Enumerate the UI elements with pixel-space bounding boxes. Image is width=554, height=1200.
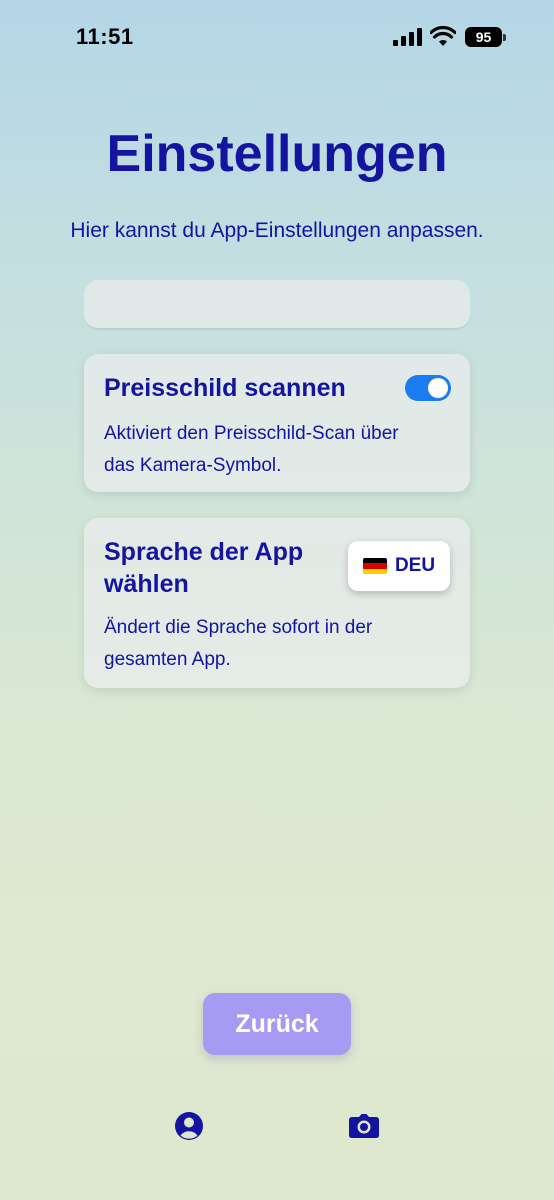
back-button[interactable]: Zurück	[203, 993, 351, 1055]
settings-card-scrolled-body	[84, 280, 470, 328]
page-subtitle: Hier kannst du App-Einstellungen anpasse…	[70, 219, 484, 242]
german-flag-icon	[362, 558, 387, 574]
settings-card-language: Sprache der App wählen DEU Ändert die Sp…	[84, 518, 470, 688]
battery-tip	[503, 34, 506, 41]
language-code: DEU	[394, 555, 436, 576]
settings-card-price-tag-scan: Preisschild scannen Aktiviert den Preiss…	[84, 354, 470, 492]
price-tag-scan-description: Aktiviert den Preisschild-Scan über das …	[104, 423, 399, 476]
signal-icon	[393, 28, 422, 46]
battery-level: 95	[465, 27, 502, 47]
price-tag-scan-title: Preisschild scannen	[104, 374, 346, 402]
profile-icon[interactable]	[174, 1111, 204, 1141]
status-time: 11:51	[76, 24, 134, 49]
language-title: Sprache der App wählen	[104, 538, 304, 598]
wifi-icon	[430, 26, 456, 46]
battery-icon: 95	[465, 27, 507, 47]
language-description: Ändert die Sprache sofort in der gesamte…	[104, 617, 373, 670]
page-title: Einstellungen	[106, 125, 448, 183]
camera-icon[interactable]	[349, 1111, 379, 1141]
status-bar: 11:51 95	[0, 0, 554, 76]
toggle-knob	[428, 378, 448, 398]
language-select-button[interactable]: DEU	[348, 541, 450, 591]
settings-card-scrolled	[84, 280, 470, 330]
price-tag-scan-toggle[interactable]	[405, 375, 451, 401]
